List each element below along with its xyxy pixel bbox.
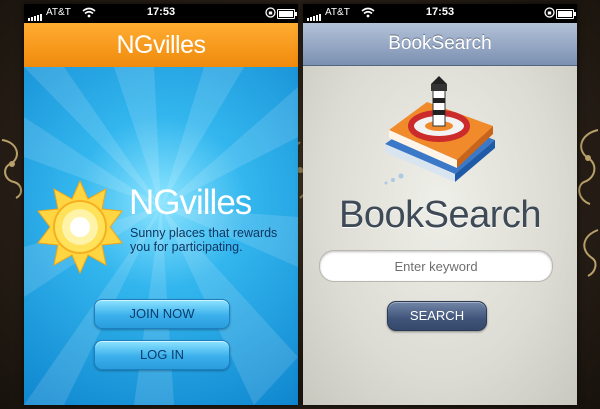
ngvilles-screen: AT&T 17:53 NGvilles NGvilles Sunny place… [24,4,298,405]
status-bar: AT&T 17:53 [303,4,577,23]
status-bar: AT&T 17:53 [24,4,298,23]
clock: 17:53 [425,6,455,18]
clock: 17:53 [146,6,176,18]
app-logo-text: NGvilles [129,183,252,222]
right-ornament [578,129,599,277]
tagline: Sunny places that rewards you for partic… [130,226,278,254]
keyword-search-input[interactable] [319,250,553,282]
books-lighthouse-icon [384,76,495,185]
rotation-lock-icon [544,7,555,18]
log-in-button[interactable]: LOG IN [94,340,230,370]
splash-background: NGvilles Sunny places that rewards you f… [24,67,298,405]
search-button[interactable]: SEARCH [387,301,487,331]
nav-title: BookSearch [388,33,492,54]
app-logo-text: BookSearch [338,194,542,236]
nav-bar: BookSearch [303,23,577,66]
left-ornament [1,139,22,199]
battery-icon [277,9,297,19]
search-page-background: BookSearch SEARCH [303,66,577,405]
sun-logo-icon [37,179,123,275]
join-now-button[interactable]: JOIN NOW [94,299,230,329]
booksearch-screen: AT&T 17:53 BookSearch BookSearch Enter k… [303,4,577,405]
rotation-lock-icon [265,7,276,18]
nav-title: NGvilles [116,31,206,59]
battery-icon [556,9,576,19]
nav-bar: NGvilles [24,23,298,67]
